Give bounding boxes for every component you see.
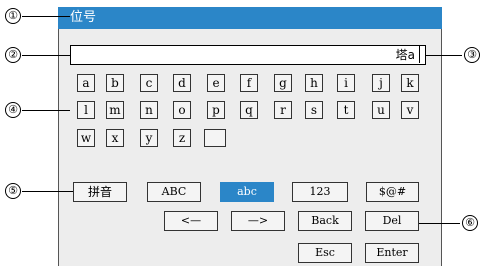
callout-6: ⑥ xyxy=(462,215,478,231)
callout-1-line xyxy=(22,16,70,17)
callout-2-line xyxy=(22,55,70,56)
key-h[interactable]: h xyxy=(305,74,323,92)
key-v[interactable]: v xyxy=(401,101,419,119)
key-pinyin[interactable]: 拼音 xyxy=(73,182,127,202)
callout-1: ① xyxy=(5,8,21,24)
key-m[interactable]: m xyxy=(106,101,124,119)
delete-button[interactable]: Del xyxy=(365,211,419,231)
cursor-right-button[interactable]: —> xyxy=(231,211,285,231)
key-i[interactable]: i xyxy=(337,74,355,92)
key-s[interactable]: s xyxy=(305,101,323,119)
key-o[interactable]: o xyxy=(173,101,191,119)
key-n[interactable]: n xyxy=(140,101,158,119)
key-z[interactable]: z xyxy=(173,129,191,147)
key-a[interactable]: a xyxy=(77,74,95,92)
key-t[interactable]: t xyxy=(337,101,355,119)
key-j[interactable]: j xyxy=(372,74,390,92)
key-f[interactable]: f xyxy=(240,74,258,92)
key-p[interactable]: p xyxy=(207,101,225,119)
key-space[interactable] xyxy=(204,129,226,147)
key-uppercase[interactable]: ABC xyxy=(147,182,201,202)
cursor-left-button[interactable]: <— xyxy=(164,211,218,231)
key-w[interactable]: w xyxy=(77,129,95,147)
callout-3: ③ xyxy=(464,47,480,63)
callout-2: ② xyxy=(5,47,21,63)
callout-5: ⑤ xyxy=(5,183,21,199)
input-field[interactable]: 塔a xyxy=(70,45,426,65)
text-cursor xyxy=(419,46,420,63)
escape-button[interactable]: Esc xyxy=(298,243,352,263)
callout-4-line xyxy=(22,110,70,111)
enter-button[interactable]: Enter xyxy=(365,243,419,263)
key-e[interactable]: e xyxy=(207,74,225,92)
key-x[interactable]: x xyxy=(106,129,124,147)
callout-5-line xyxy=(22,191,73,192)
key-k[interactable]: k xyxy=(401,74,419,92)
key-lowercase[interactable]: abc xyxy=(220,182,274,202)
callout-3-line xyxy=(426,55,462,56)
callout-6-line xyxy=(419,223,460,224)
key-d[interactable]: d xyxy=(173,74,191,92)
key-r[interactable]: r xyxy=(274,101,292,119)
callout-4: ④ xyxy=(5,102,21,118)
key-q[interactable]: q xyxy=(240,101,258,119)
key-digits[interactable]: 123 xyxy=(292,182,348,202)
key-g[interactable]: g xyxy=(274,74,292,92)
key-c[interactable]: c xyxy=(140,74,158,92)
key-symbols[interactable]: $@# xyxy=(366,182,419,202)
key-u[interactable]: u xyxy=(372,101,390,119)
key-b[interactable]: b xyxy=(106,74,124,92)
window-title: 位号 xyxy=(58,7,442,29)
key-y[interactable]: y xyxy=(140,129,158,147)
key-l[interactable]: l xyxy=(77,101,95,119)
back-button[interactable]: Back xyxy=(298,211,352,231)
